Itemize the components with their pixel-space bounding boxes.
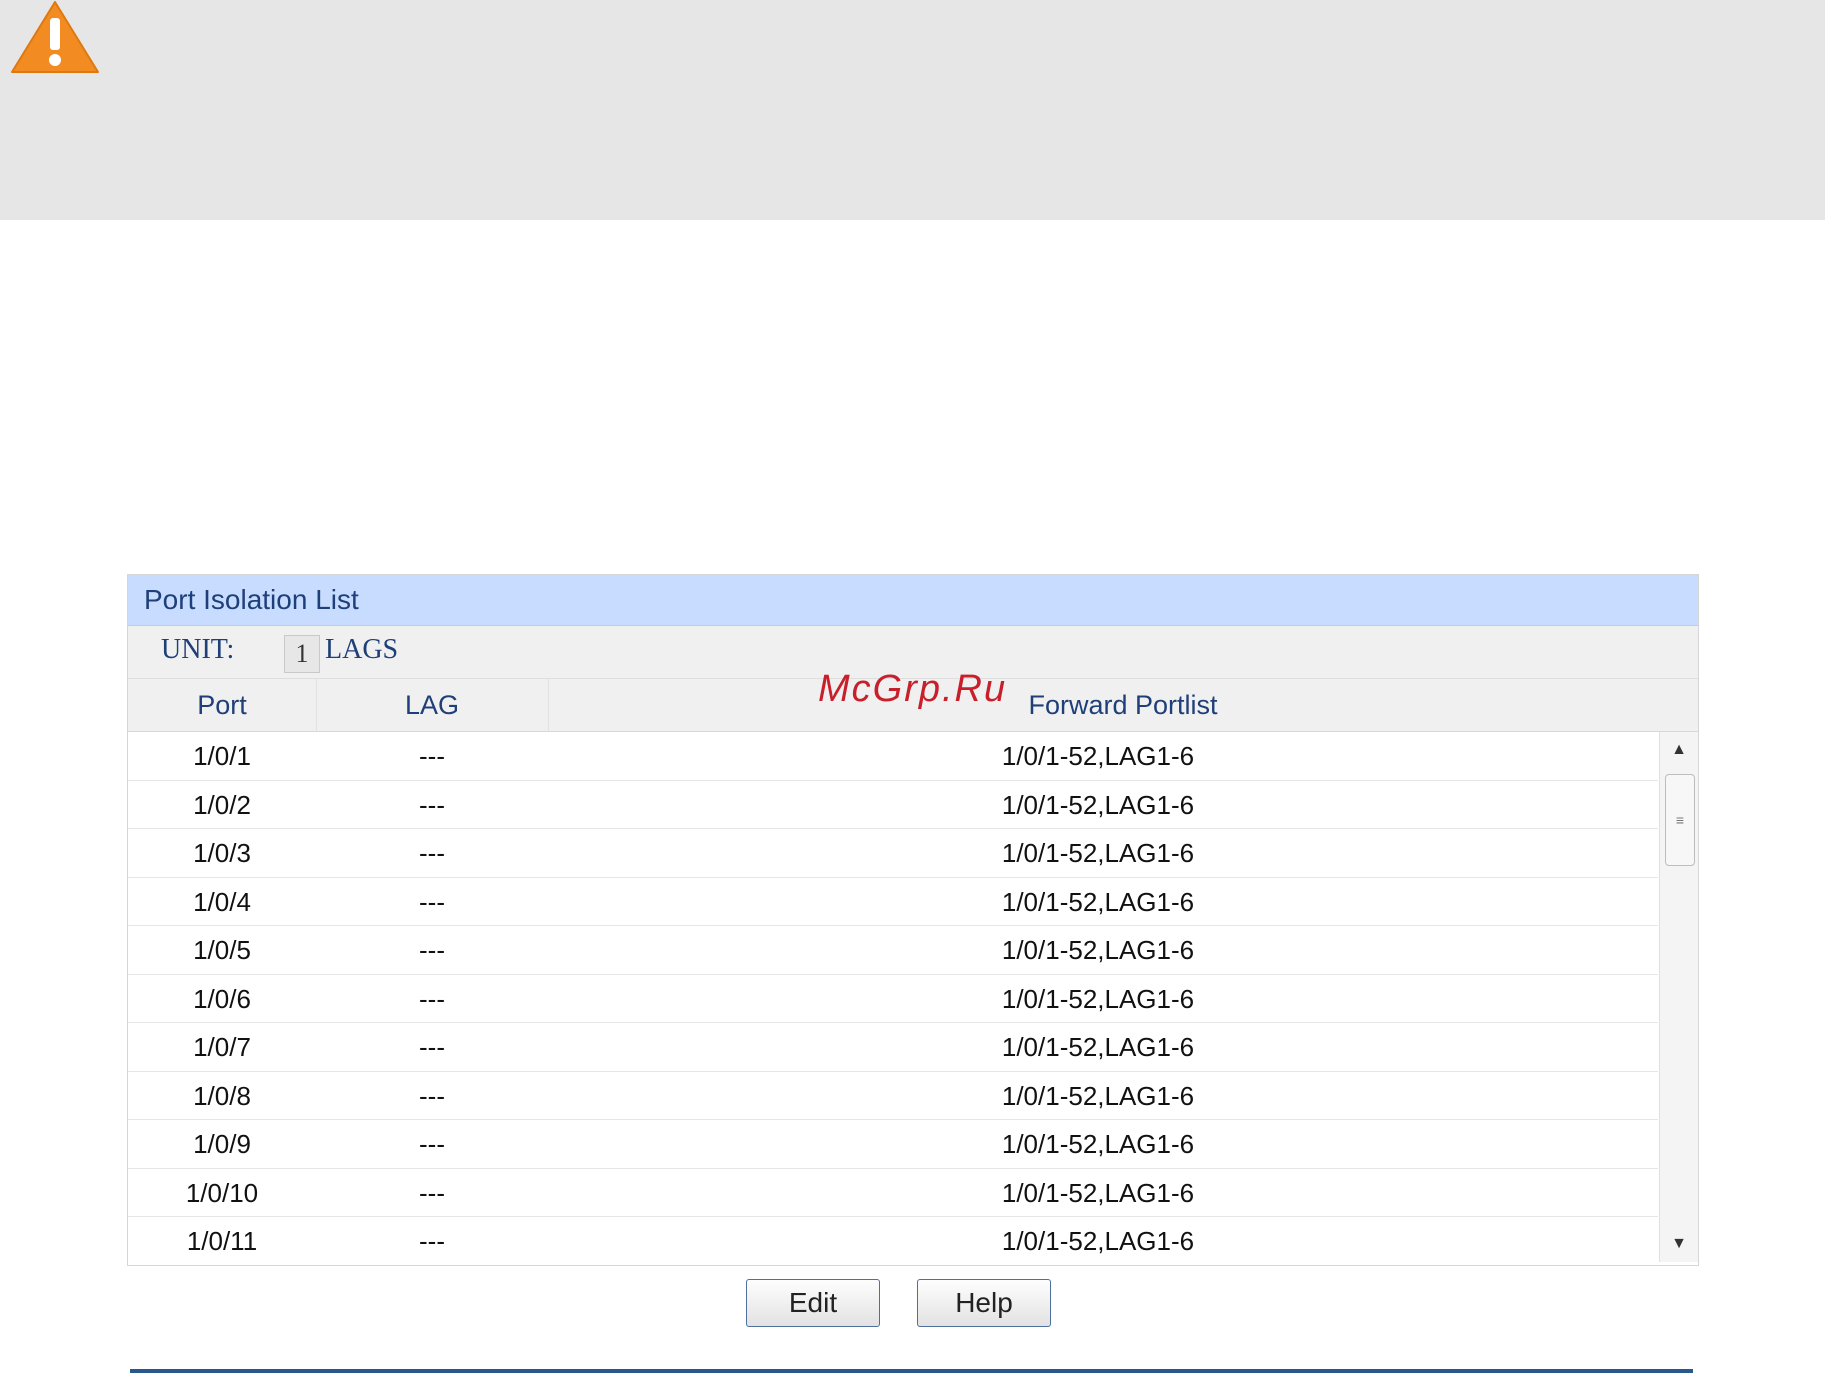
cell-port: 1/0/5	[193, 935, 251, 965]
cell-port: 1/0/1	[193, 741, 251, 771]
column-header-lag: LAG	[316, 679, 549, 731]
cell-lag: ---	[419, 1129, 445, 1159]
table-row: 1/0/5 --- 1/0/1-52,LAG1-6	[128, 926, 1658, 975]
note-box	[0, 0, 1825, 220]
cell-port: 1/0/7	[193, 1032, 251, 1062]
scroll-up-arrow-icon[interactable]: ▲	[1660, 732, 1698, 768]
table-row: 1/0/7 --- 1/0/1-52,LAG1-6	[128, 1023, 1658, 1072]
cell-lag: ---	[419, 741, 445, 771]
cell-lag: ---	[419, 789, 445, 820]
scroll-down-arrow-icon[interactable]: ▼	[1660, 1226, 1698, 1262]
cell-forward-portlist: 1/0/1-52,LAG1-6	[1001, 838, 1195, 868]
warning-triangle-icon	[11, 1, 99, 73]
cell-forward-portlist: 1/0/1-52,LAG1-6	[1001, 886, 1195, 917]
table-row: 1/0/10 --- 1/0/1-52,LAG1-6	[128, 1169, 1658, 1217]
cell-port: 1/0/10	[185, 1177, 259, 1208]
panel-title: Port Isolation List	[128, 575, 1698, 626]
cell-forward-portlist: 1/0/1-52,LAG1-6	[1001, 1032, 1195, 1062]
port-list: 1/0/1 --- 1/0/1-52,LAG1-6 1/0/2 --- 1/0/1-52,…	[128, 732, 1698, 1262]
cell-forward-portlist: 1/0/1-52,LAG1-6	[1001, 789, 1195, 820]
table-row: 1/0/11 --- 1/0/1-52,LAG1-6	[128, 1217, 1658, 1262]
watermark: McGrp.Ru	[818, 668, 1008, 710]
help-button[interactable]: Help	[917, 1279, 1051, 1327]
cell-lag: ---	[419, 886, 445, 917]
cell-forward-portlist: 1/0/1-52,LAG1-6	[1001, 1226, 1195, 1256]
cell-lag: ---	[419, 1080, 445, 1111]
cell-port: 1/0/4	[193, 886, 251, 917]
bottom-divider	[130, 1369, 1693, 1373]
table-row: 1/0/8 --- 1/0/1-52,LAG1-6	[128, 1072, 1658, 1120]
table-row: 1/0/3 --- 1/0/1-52,LAG1-6	[128, 829, 1658, 878]
vertical-scrollbar[interactable]: ▲ ≡ ▼	[1659, 732, 1698, 1262]
cell-lag: ---	[419, 983, 445, 1014]
scroll-thumb[interactable]: ≡	[1665, 774, 1695, 866]
cell-lag: ---	[419, 1226, 445, 1256]
cell-port: 1/0/2	[193, 789, 251, 820]
cell-lag: ---	[419, 838, 445, 868]
table-row: 1/0/4 --- 1/0/1-52,LAG1-6	[128, 878, 1658, 926]
cell-forward-portlist: 1/0/1-52,LAG1-6	[1001, 1177, 1195, 1208]
table-body: 1/0/1 --- 1/0/1-52,LAG1-6 1/0/2 --- 1/0/1-52,…	[128, 732, 1658, 1262]
edit-button[interactable]: Edit	[746, 1279, 880, 1327]
column-header-port: Port	[128, 679, 317, 731]
cell-port: 1/0/9	[193, 1129, 251, 1159]
table-row: 1/0/1 --- 1/0/1-52,LAG1-6	[128, 732, 1658, 781]
cell-forward-portlist: 1/0/1-52,LAG1-6	[1001, 1129, 1195, 1159]
table-row: 1/0/6 --- 1/0/1-52,LAG1-6	[128, 975, 1658, 1023]
cell-port: 1/0/11	[186, 1226, 258, 1256]
lags-link[interactable]: LAGS	[325, 634, 398, 666]
cell-forward-portlist: 1/0/1-52,LAG1-6	[1001, 1080, 1195, 1111]
cell-port: 1/0/6	[193, 983, 251, 1014]
cell-port: 1/0/8	[193, 1080, 251, 1111]
cell-lag: ---	[419, 1177, 445, 1208]
cell-forward-portlist: 1/0/1-52,LAG1-6	[1001, 935, 1195, 965]
cell-forward-portlist: 1/0/1-52,LAG1-6	[1001, 983, 1195, 1014]
cell-port: 1/0/3	[193, 838, 251, 868]
cell-forward-portlist: 1/0/1-52,LAG1-6	[1001, 741, 1195, 771]
cell-lag: ---	[419, 935, 445, 965]
table-row: 1/0/2 --- 1/0/1-52,LAG1-6	[128, 781, 1658, 829]
cell-lag: ---	[419, 1032, 445, 1062]
column-header-forward-portlist: Forward Portlist	[1028, 690, 1218, 720]
unit-selector-1[interactable]: 1	[284, 635, 320, 673]
table-row: 1/0/9 --- 1/0/1-52,LAG1-6	[128, 1120, 1658, 1169]
unit-label: UNIT:	[161, 634, 235, 665]
